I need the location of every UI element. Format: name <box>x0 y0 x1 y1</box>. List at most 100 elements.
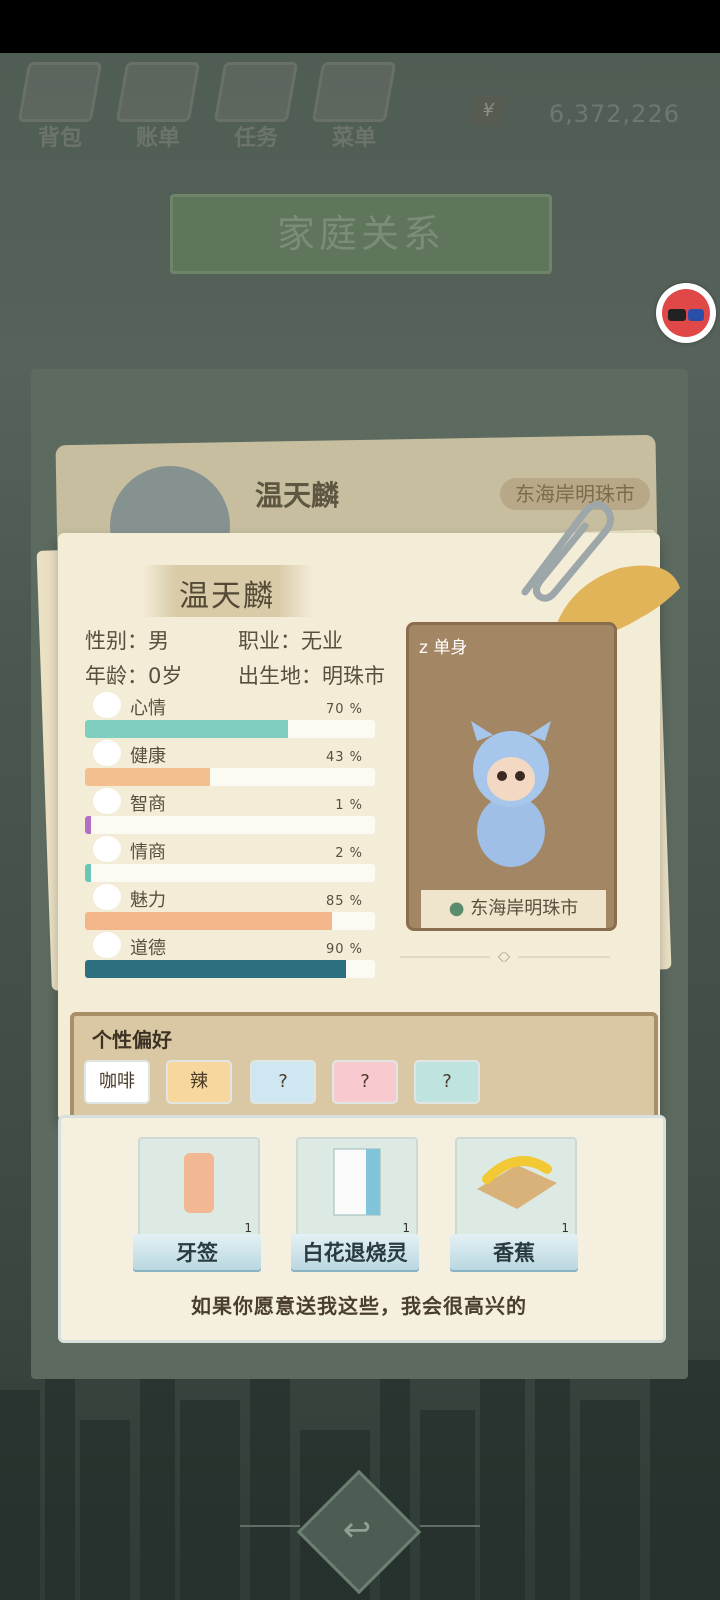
character-portrait: z 单身 ● 东海岸明珠市 <box>406 622 617 931</box>
ornament-divider <box>400 952 610 962</box>
preferences-title: 个性偏好 <box>92 1028 172 1052</box>
relationship-status-text: 单身 <box>433 638 468 658</box>
underlay-name: 温天麟 <box>255 479 340 512</box>
preference-item-spicy[interactable]: 辣 <box>166 1060 232 1104</box>
stat-bar-track <box>85 912 375 930</box>
age-text: 年龄：0岁 <box>85 664 183 688</box>
gift-count: 1 <box>402 1221 410 1235</box>
gift-label: 牙签 <box>176 1241 218 1265</box>
banana-icon <box>477 1156 557 1209</box>
character-name: 温天麟 <box>179 579 275 614</box>
nav-bill-label: 账单 <box>135 126 180 151</box>
gift-message: 如果你愿意送我这些，我会很高兴的 <box>191 1294 527 1318</box>
scale-icon <box>93 932 121 958</box>
gift-button-toothpick[interactable]: 牙签 <box>133 1234 261 1272</box>
share-button[interactable] <box>656 283 716 343</box>
preference-label: ? <box>278 1071 288 1092</box>
stat-row: 智商 1 % <box>85 788 375 834</box>
bag-icon <box>17 62 103 122</box>
left-sparkle <box>240 1525 300 1527</box>
stat-percent: 85 % <box>325 894 363 909</box>
gift-label: 香蕉 <box>493 1241 535 1265</box>
stat-label: 智商 <box>130 794 166 815</box>
preference-item-coffee[interactable]: 咖啡 <box>84 1060 150 1104</box>
portrait-location-text: 东海岸明珠市 <box>470 898 579 919</box>
stat-label: 心情 <box>130 698 166 719</box>
stat-percent: 90 % <box>325 942 363 957</box>
status-bar <box>0 0 720 53</box>
right-sparkle <box>420 1525 480 1527</box>
birthplace-text: 出生地：明珠市 <box>238 664 385 688</box>
apple-icon <box>93 836 121 862</box>
bill-icon <box>115 62 201 122</box>
yen-icon: ¥ <box>466 96 510 126</box>
stat-bar-track <box>85 864 375 882</box>
nav-menu-button[interactable]: 菜单 <box>308 62 400 158</box>
preference-item-unknown-1[interactable]: ? <box>250 1060 316 1104</box>
stat-bar-fill <box>85 720 288 738</box>
location-pin-icon: ● <box>448 898 465 919</box>
preference-label: 辣 <box>190 1071 208 1092</box>
nav-bag-label: 背包 <box>37 126 82 151</box>
gender-text: 性别：男 <box>85 629 169 653</box>
sleep-icon: z <box>419 638 428 658</box>
gift-label: 白花退烧灵 <box>302 1241 408 1265</box>
money-value: 6,372,226 <box>548 100 680 128</box>
stat-percent: 2 % <box>335 846 363 861</box>
baby-character-icon <box>471 721 551 867</box>
preference-item-unknown-3[interactable]: ? <box>414 1060 480 1104</box>
stat-bar-fill <box>85 816 91 834</box>
stat-row: 道德 90 % <box>85 932 375 978</box>
stat-label: 道德 <box>130 938 166 959</box>
nav-task-button[interactable]: 任务 <box>210 62 302 158</box>
stat-label: 情商 <box>130 842 166 863</box>
bulb-icon <box>93 788 121 814</box>
stat-bar-track <box>85 816 375 834</box>
preference-item-unknown-2[interactable]: ? <box>332 1060 398 1104</box>
job-text: 职业：无业 <box>238 629 343 653</box>
stat-bar-track <box>85 768 375 786</box>
menu-icon <box>311 62 397 122</box>
heart-icon <box>93 740 121 766</box>
stat-row: 健康 43 % <box>85 740 375 786</box>
stat-percent: 70 % <box>325 702 363 717</box>
preference-label: ? <box>360 1071 370 1092</box>
stat-row: 情商 2 % <box>85 836 375 882</box>
page-title: 家庭关系 <box>170 194 552 274</box>
medicine-box-icon <box>333 1148 381 1216</box>
preferences-box: 个性偏好 咖啡 辣 ? ? ? <box>70 1012 658 1120</box>
gift-count: 1 <box>561 1221 569 1235</box>
task-icon <box>213 62 299 122</box>
back-arrow-icon: ↩ <box>342 1510 372 1550</box>
gift-slot-banana[interactable]: 1 <box>455 1137 577 1241</box>
name-plate: 温天麟 <box>142 565 312 617</box>
stat-row: 心情 70 % <box>85 692 375 738</box>
toothpick-icon <box>184 1153 214 1213</box>
preference-label: 咖啡 <box>99 1071 135 1092</box>
stat-percent: 43 % <box>325 750 363 765</box>
gift-count: 1 <box>244 1221 252 1235</box>
stat-row: 魅力 85 % <box>85 884 375 930</box>
gift-slot-toothpick[interactable]: 1 <box>138 1137 260 1241</box>
stat-bar-fill <box>85 912 332 930</box>
stat-bar-fill <box>85 864 91 882</box>
money-display: ¥ 6,372,226 <box>462 96 690 132</box>
stat-percent: 1 % <box>335 798 363 813</box>
stat-label: 魅力 <box>130 890 166 911</box>
relationship-status: z 单身 <box>419 633 467 658</box>
stat-bar-fill <box>85 960 346 978</box>
nav-bill-button[interactable]: 账单 <box>112 62 204 158</box>
portrait-location: ● 东海岸明珠市 <box>421 890 606 928</box>
star-icon <box>93 884 121 910</box>
stat-label: 健康 <box>130 746 166 767</box>
share-icon <box>662 289 710 337</box>
smile-icon <box>93 692 121 718</box>
gift-slot-medicine[interactable]: 1 <box>296 1137 418 1241</box>
nav-menu-label: 菜单 <box>331 126 376 151</box>
stat-bar-track <box>85 960 375 978</box>
gift-button-medicine[interactable]: 白花退烧灵 <box>291 1234 419 1272</box>
gift-button-banana[interactable]: 香蕉 <box>450 1234 578 1272</box>
nav-task-label: 任务 <box>233 126 278 151</box>
nav-bag-button[interactable]: 背包 <box>14 62 106 158</box>
preference-label: ? <box>442 1071 452 1092</box>
